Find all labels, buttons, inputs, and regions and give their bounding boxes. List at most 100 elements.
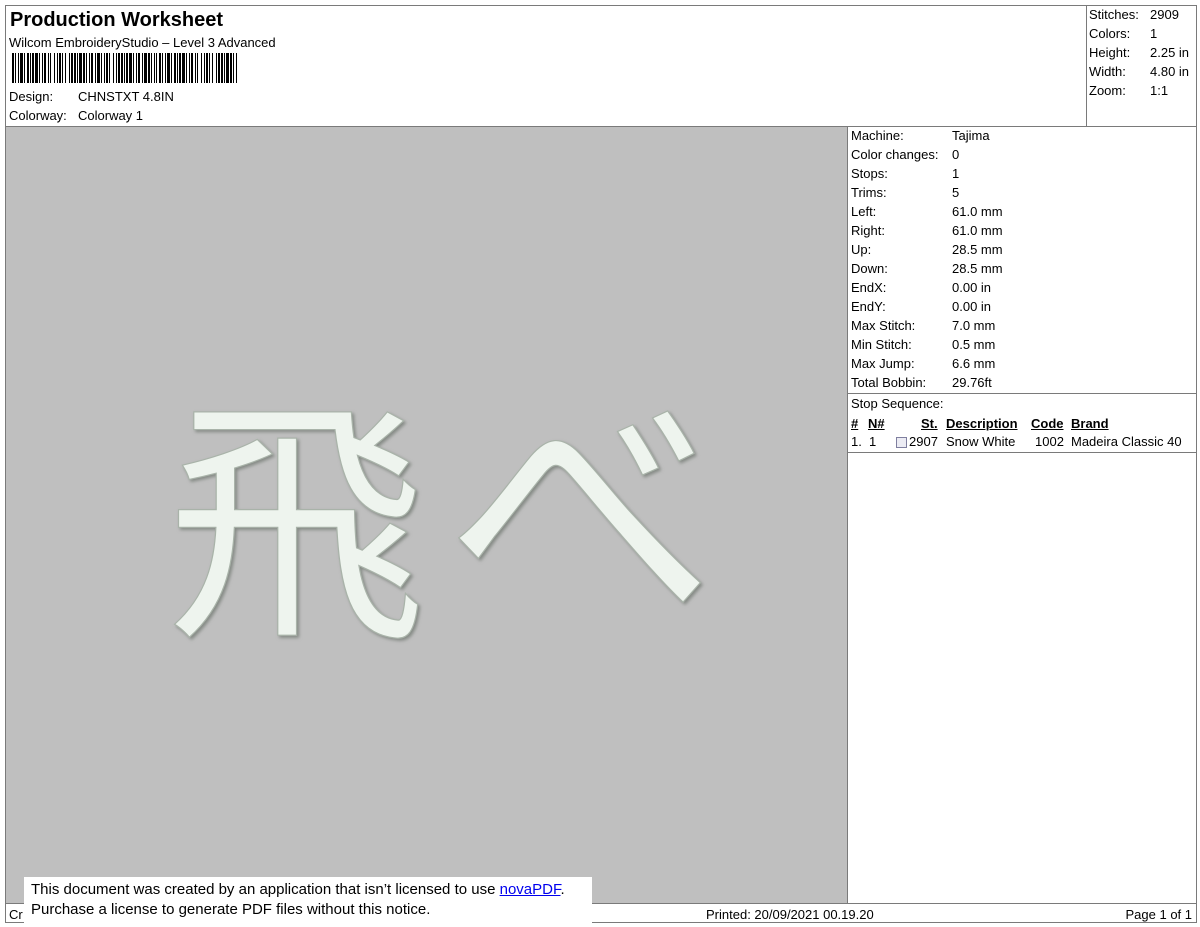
summary-width: Width: 4.80 in [1089, 64, 1189, 79]
info-row: Machine: Tajima [851, 128, 990, 143]
design-value: CHNSTXT 4.8IN [78, 89, 174, 104]
barcode-bar [39, 53, 40, 83]
barcode-bar [57, 53, 58, 83]
barcode-bar [50, 53, 51, 83]
row-code: 1002 [1035, 434, 1064, 449]
info-value: 0.00 in [952, 299, 992, 314]
barcode-bar [69, 53, 70, 83]
barcode-bar [167, 53, 170, 83]
col-header-description: Description [946, 416, 1018, 431]
barcode-bar [65, 53, 66, 83]
info-label: Color changes: [851, 147, 939, 162]
barcode-bar [86, 53, 87, 83]
barcode-bar [186, 53, 187, 83]
info-value: 61.0 mm [952, 204, 1003, 219]
barcode-bar [165, 53, 166, 83]
barcode-bar [162, 53, 163, 83]
info-value: 0.5 mm [952, 337, 996, 352]
barcode-bar [195, 53, 196, 83]
barcode-bar [104, 53, 105, 83]
barcode-bar [189, 53, 190, 83]
barcode-bar [177, 53, 178, 83]
summary-stitches: Stitches: 2909 [1089, 7, 1179, 22]
info-label: Down: [851, 261, 888, 276]
barcode-bar [206, 53, 208, 83]
info-label: Stops: [851, 166, 888, 181]
barcode-bar [44, 53, 46, 83]
table-bottom-divider [848, 452, 1197, 453]
license-notice: This document was created by an applicat… [24, 877, 592, 923]
barcode-bar [191, 53, 193, 83]
info-row: Total Bobbin: 29.76ft [851, 375, 992, 390]
barcode-bar [230, 53, 232, 83]
barcode-bar [174, 53, 176, 83]
info-value: Tajima [952, 128, 990, 143]
novapdf-link[interactable]: novaPDF [500, 881, 561, 898]
info-label: Total Bobbin: [851, 375, 927, 390]
barcode-bar [142, 53, 143, 83]
barcode-bar [129, 53, 132, 83]
info-label: Up: [851, 242, 872, 257]
barcode-bar [212, 53, 213, 83]
thread-color-swatch [896, 437, 907, 448]
col-header-needle: N# [868, 416, 885, 431]
info-row: Min Stitch: 0.5 mm [851, 337, 995, 352]
printed-timestamp: Printed: 20/09/2021 00.19.20 [706, 907, 874, 922]
summary-value: 4.80 in [1150, 64, 1190, 79]
row-brand: Madeira Classic 40 [1071, 434, 1182, 449]
summary-label: Zoom: [1089, 83, 1126, 98]
barcode-bar [224, 53, 225, 83]
barcode-bar [74, 53, 76, 83]
summary-label: Colors: [1089, 26, 1131, 41]
summary-label: Height: [1089, 45, 1131, 60]
info-row: Max Stitch: 7.0 mm [851, 318, 995, 333]
barcode-bar [59, 53, 61, 83]
info-value: 29.76ft [952, 375, 992, 390]
barcode-bar [233, 53, 234, 83]
info-value: 28.5 mm [952, 261, 1003, 276]
row-description: Snow White [946, 434, 1016, 449]
barcode-bar [24, 53, 25, 83]
page-title: Production Worksheet [10, 9, 223, 31]
barcode-bar [91, 53, 93, 83]
barcode-bar [83, 53, 85, 83]
barcode-bar [226, 53, 229, 83]
barcode-bar [30, 53, 31, 83]
info-value: 7.0 mm [952, 318, 996, 333]
design-label: Design: [9, 89, 54, 104]
info-value: 61.0 mm [952, 223, 1003, 238]
col-header-stitches: St. [921, 416, 938, 431]
barcode-bar [216, 53, 217, 83]
barcode-bar [18, 53, 19, 83]
barcode-bar [201, 53, 202, 83]
barcode-bar [109, 53, 110, 83]
info-label: Right: [851, 223, 885, 238]
row-needle: 1 [869, 434, 877, 449]
info-row: Down: 28.5 mm [851, 261, 1003, 276]
info-label: EndY: [851, 299, 886, 314]
summary-label: Width: [1089, 64, 1126, 79]
info-value: 5 [952, 185, 960, 200]
notice-period: . [560, 881, 565, 898]
col-header-brand: Brand [1071, 416, 1109, 431]
summary-value: 2909 [1150, 7, 1179, 22]
info-value: 1 [952, 166, 960, 181]
summary-box: Stitches: 2909 Colors: 1 Height: 2.25 in… [1086, 6, 1197, 126]
info-row: EndY: 0.00 in [851, 299, 991, 314]
software-name: Wilcom EmbroideryStudio – Level 3 Advanc… [9, 35, 276, 50]
info-row: Up: 28.5 mm [851, 242, 1003, 257]
barcode-bar [79, 53, 82, 83]
barcode-bar [15, 53, 16, 83]
barcode-bar [144, 53, 147, 83]
barcode-bar [20, 53, 23, 83]
info-label: EndX: [851, 280, 887, 295]
info-row: Left: 61.0 mm [851, 204, 1003, 219]
info-row: Trims: 5 [851, 185, 959, 200]
barcode-bar [209, 53, 210, 83]
barcode-bar [133, 53, 134, 83]
info-row: Right: 61.0 mm [851, 223, 1003, 238]
design-glyph-right: べ [446, 356, 716, 671]
barcode-bar [148, 53, 150, 83]
barcode-bar [97, 53, 100, 83]
barcode-bar [62, 53, 63, 83]
